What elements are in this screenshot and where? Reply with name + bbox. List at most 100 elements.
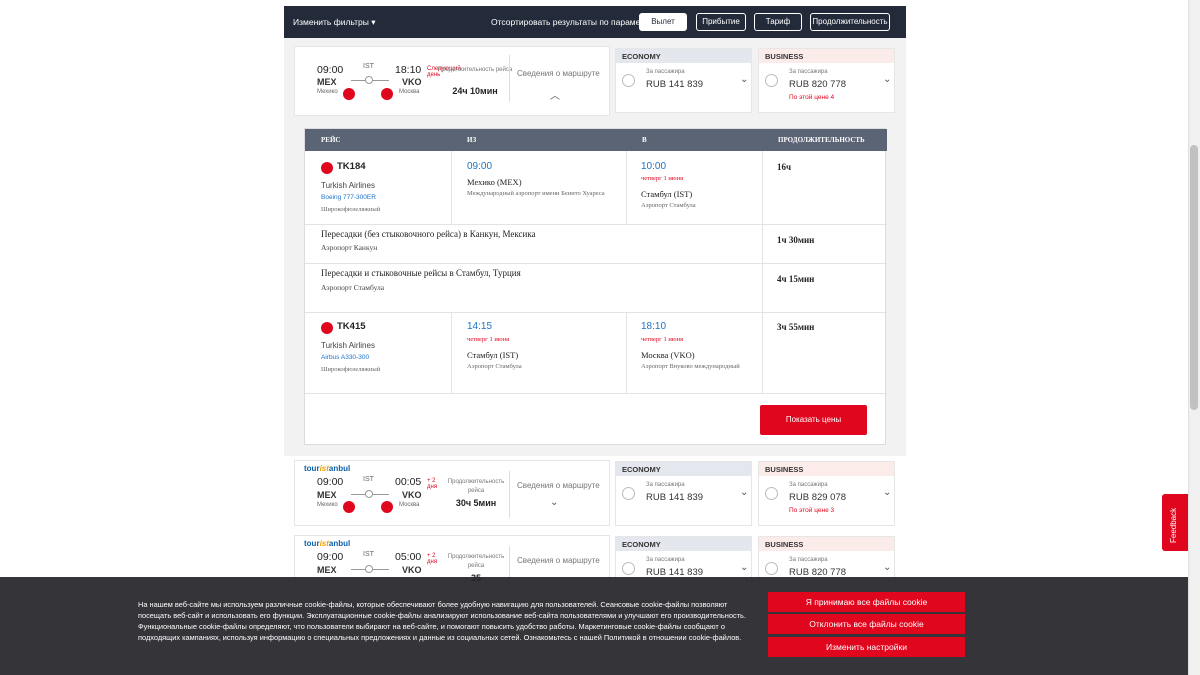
departure-time: 14:15	[467, 321, 493, 332]
fare-class-label: ECONOMY	[616, 462, 751, 476]
departure-place: Мехико (MEX)	[467, 177, 522, 187]
departure-time: 09:00	[317, 476, 344, 488]
scrollbar-thumb[interactable]	[1190, 145, 1198, 410]
select-fare-radio[interactable]	[622, 74, 635, 87]
fare-class-label: ECONOMY	[616, 537, 751, 551]
aircraft-link[interactable]: Boeing 777-300ER	[321, 194, 376, 201]
arrival-code: VKO	[402, 490, 422, 500]
select-fare-radio[interactable]	[622, 562, 635, 575]
fare-class-label: BUSINESS	[759, 537, 894, 551]
departure-time: 09:00	[467, 161, 493, 172]
per-passenger-label: За пассажира	[646, 557, 685, 563]
per-passenger-label: За пассажира	[789, 482, 828, 488]
turkish-airlines-logo-icon	[321, 322, 333, 334]
col-header-duration: ПРОДОЛЖИТЕЛЬНОСТЬ	[762, 129, 887, 151]
airline-name: Turkish Airlines	[321, 341, 375, 350]
chevron-up-icon[interactable]: ︿	[550, 87, 560, 102]
duration-value: 24ч 10мин	[452, 86, 498, 96]
stopover-duration: 1ч 30мин	[777, 235, 815, 245]
airline-name: Turkish Airlines	[321, 181, 375, 190]
select-fare-radio[interactable]	[622, 487, 635, 500]
per-passenger-label: За пассажира	[789, 557, 828, 563]
reject-cookies-button[interactable]: Отклонить все файлы cookie	[768, 614, 965, 634]
stopover-title: Пересадки (без стыковочного рейса) в Кан…	[321, 229, 536, 239]
segment-duration: 3ч 55мин	[777, 322, 815, 332]
departure-place: Стамбул (IST)	[467, 350, 519, 360]
turkish-airlines-logo-icon	[321, 162, 333, 174]
fare-price: RUB 829 078	[789, 492, 847, 503]
arrival-date: четверг 1 июня	[641, 336, 684, 343]
cookie-settings-button[interactable]: Изменить настройки	[768, 637, 965, 657]
divider	[451, 151, 452, 224]
turkish-airlines-logo-icon	[381, 88, 393, 100]
route-details-link[interactable]: Сведения о маршруте	[517, 556, 600, 565]
show-prices-button[interactable]: Показать цены	[760, 405, 867, 435]
arrival-place: Стамбул (IST)	[641, 189, 693, 199]
accept-cookies-button[interactable]: Я принимаю все файлы cookie	[768, 592, 965, 612]
sort-arrival-button[interactable]: Прибытие	[696, 13, 746, 31]
divider	[509, 471, 510, 518]
departure-code: MEX	[317, 565, 337, 575]
chevron-down-icon[interactable]: ⌄	[740, 74, 748, 85]
arrival-time: 18:10	[641, 321, 667, 332]
chevron-down-icon[interactable]: ⌄	[740, 487, 748, 498]
turkish-airlines-logo-icon	[343, 88, 355, 100]
business-fare-2[interactable]: BUSINESS За пассажира RUB 829 078 По это…	[758, 461, 895, 526]
turkish-airlines-logo-icon	[343, 501, 355, 513]
via-airport: IST	[363, 63, 374, 70]
chevron-down-icon[interactable]: ⌄	[883, 487, 891, 498]
cookie-banner: На нашем веб-сайте мы используем различн…	[0, 577, 1200, 675]
flight-number: TK184	[337, 161, 366, 172]
fare-class-label: BUSINESS	[759, 49, 894, 63]
arrival-airport: Аэропорт Стамбула	[641, 202, 696, 209]
col-header-flight: РЕЙС	[305, 129, 451, 151]
sort-fare-button[interactable]: Тариф	[754, 13, 802, 31]
chevron-down-icon[interactable]: ⌄	[740, 562, 748, 573]
route-details-link[interactable]: Сведения о маршруте	[517, 69, 600, 78]
touristanbul-logo: touristanbul	[304, 464, 351, 473]
feedback-label: Feedback	[1169, 507, 1178, 543]
stop-marker	[365, 565, 373, 573]
seats-left-note: По этой цене 4	[789, 94, 835, 101]
stop-marker	[365, 490, 373, 498]
chevron-down-icon[interactable]: ⌄	[883, 562, 891, 573]
arrival-city: Москва	[399, 502, 420, 508]
economy-fare-2[interactable]: ECONOMY За пассажира RUB 141 839 ⌄	[615, 461, 752, 526]
select-fare-radio[interactable]	[765, 562, 778, 575]
result-card-2[interactable]: touristanbul 09:00 MEX Мехико IST 00:05 …	[294, 460, 610, 526]
filter-bar: Изменить фильтры ▾ Отсортировать результ…	[284, 6, 906, 38]
feedback-tab[interactable]: Feedback	[1162, 494, 1188, 551]
divider	[305, 224, 887, 225]
via-airport: IST	[363, 476, 374, 483]
arrival-code: VKO	[402, 565, 422, 575]
sort-duration-button[interactable]: Продолжительность	[810, 13, 890, 31]
arrival-city: Москва	[399, 89, 420, 95]
connection-title: Пересадки и стыковочные рейсы в Стамбул,…	[321, 268, 521, 278]
col-header-to: В	[626, 129, 762, 151]
body-type: Широкофюзеляжный	[321, 366, 381, 373]
fare-price: RUB 141 839	[646, 492, 704, 503]
aircraft-link[interactable]: Airbus A330-300	[321, 354, 369, 361]
select-fare-radio[interactable]	[765, 487, 778, 500]
departure-date: четверг 1 июня	[467, 336, 510, 343]
departure-time: 09:00	[317, 551, 344, 563]
divider	[509, 55, 510, 102]
fare-price: RUB 141 839	[646, 79, 704, 90]
arrival-airport: Аэропорт Внуково международный	[641, 363, 740, 370]
change-filters-button[interactable]: Изменить фильтры ▾	[293, 17, 376, 28]
business-fare-1[interactable]: BUSINESS За пассажира RUB 820 778 По это…	[758, 48, 895, 113]
chevron-down-icon[interactable]: ⌄	[883, 74, 891, 85]
route-details-link[interactable]: Сведения о маршруте	[517, 481, 600, 490]
fare-class-label: ECONOMY	[616, 49, 751, 63]
result-card-1[interactable]: 09:00 MEX Мехико IST 18:10 VKO Москва Сл…	[294, 46, 610, 116]
fare-class-label: BUSINESS	[759, 462, 894, 476]
chevron-down-icon[interactable]: ⌄	[550, 497, 558, 508]
arrival-place: Москва (VKO)	[641, 350, 695, 360]
sort-departure-button[interactable]: Вылет	[639, 13, 687, 31]
arrival-date: четверг 1 июня	[641, 175, 684, 182]
select-fare-radio[interactable]	[765, 74, 778, 87]
economy-fare-1[interactable]: ECONOMY За пассажира RUB 141 839 ⌄	[615, 48, 752, 113]
body-type: Широкофюзеляжный	[321, 206, 381, 213]
departure-code: MEX	[317, 490, 337, 500]
seats-left-note: По этой цене 3	[789, 507, 835, 514]
